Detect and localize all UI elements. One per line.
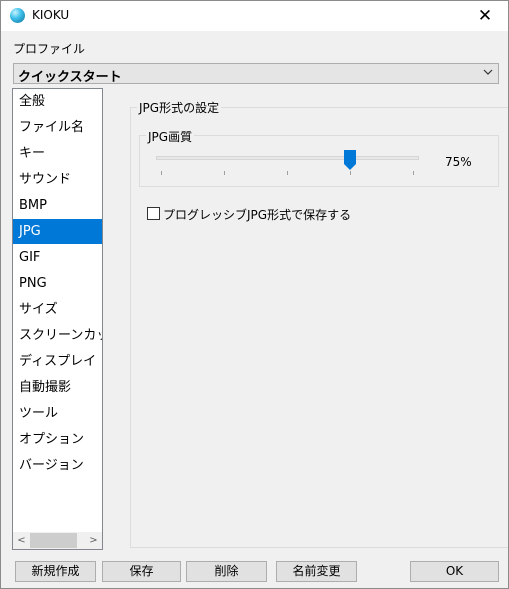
title-bar[interactable]: KIOKU ✕: [1, 1, 508, 31]
slider-tick: [413, 171, 414, 175]
ok-button[interactable]: OK: [410, 561, 499, 582]
scroll-right-button[interactable]: >: [85, 532, 102, 549]
rename-button[interactable]: 名前変更: [276, 561, 357, 582]
nav-item[interactable]: 全般: [13, 89, 102, 114]
progressive-jpg-checkbox[interactable]: [147, 207, 160, 220]
quality-slider-thumb[interactable]: [344, 150, 356, 170]
profile-dropdown[interactable]: クイックスタート: [13, 63, 499, 85]
nav-item[interactable]: PNG: [13, 271, 102, 296]
scroll-thumb[interactable]: [30, 533, 77, 548]
save-button[interactable]: 保存: [102, 561, 181, 582]
quality-value: 75%: [445, 155, 472, 169]
close-icon[interactable]: ✕: [462, 1, 508, 31]
slider-tick: [161, 171, 162, 175]
jpg-settings-title: JPG形式の設定: [137, 99, 222, 116]
nav-item[interactable]: サウンド: [13, 167, 102, 192]
nav-item[interactable]: ファイル名: [13, 115, 102, 140]
profile-label: プロファイル: [13, 42, 86, 56]
progressive-jpg-label[interactable]: プログレッシブJPG形式で保存する: [163, 206, 351, 223]
nav-item[interactable]: ディスプレイ: [13, 349, 102, 374]
settings-window: KIOKU ✕ プロファイル クイックスタート 全般 ファイル名 キー サウンド BMP…: [0, 0, 509, 589]
nav-item[interactable]: バージョン: [13, 453, 102, 478]
quality-slider-track[interactable]: [156, 156, 419, 160]
scroll-left-button[interactable]: <: [13, 532, 30, 549]
nav-item[interactable]: JPG: [13, 219, 102, 244]
category-list[interactable]: 全般 ファイル名 キー サウンド BMP JPG GIF PNG サイズ スクリーンカッ ディスプレ…: [12, 88, 103, 550]
kioku-app-icon: [10, 8, 25, 23]
delete-button[interactable]: 削除: [186, 561, 267, 582]
nav-item[interactable]: GIF: [13, 245, 102, 270]
window-title: KIOKU: [32, 8, 70, 22]
nav-item[interactable]: スクリーンカッ: [13, 323, 102, 348]
nav-item[interactable]: オプション: [13, 427, 102, 452]
nav-item[interactable]: サイズ: [13, 297, 102, 322]
slider-tick: [287, 171, 288, 175]
slider-tick: [350, 171, 351, 175]
horizontal-scrollbar[interactable]: < >: [13, 532, 102, 549]
new-profile-button[interactable]: 新規作成: [15, 561, 96, 582]
slider-tick: [224, 171, 225, 175]
nav-item[interactable]: 自動撮影: [13, 375, 102, 400]
nav-item[interactable]: キー: [13, 141, 102, 166]
nav-item[interactable]: ツール: [13, 401, 102, 426]
nav-item[interactable]: BMP: [13, 193, 102, 218]
profile-selected-value: クイックスタート: [18, 70, 122, 85]
jpg-quality-title: JPG画質: [146, 128, 195, 145]
chevron-down-icon: [483, 69, 493, 75]
